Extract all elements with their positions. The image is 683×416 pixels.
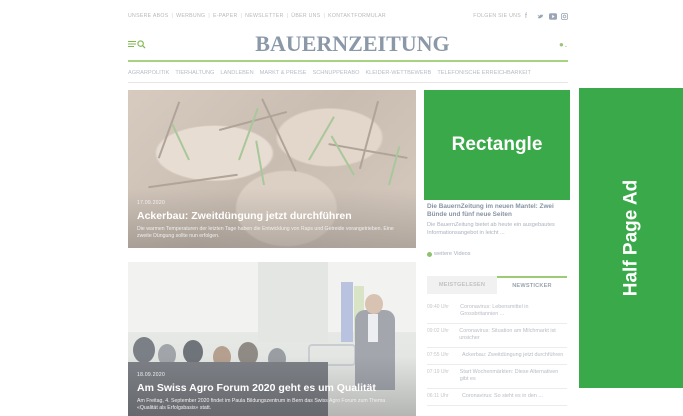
tab-newsticker[interactable]: NEWSTICKER [497,276,567,294]
nav-item-kleider-wettbewerb[interactable]: KLEIDER-WETTBEWERB [365,70,431,82]
top-link-werbung[interactable]: WERBUNG [176,13,205,19]
article-card-swiss-agro-forum[interactable]: 18.09.2020 Am Swiss Agro Forum 2020 geht… [128,262,416,416]
menu-icon[interactable] [128,40,136,48]
ticker-text[interactable]: Coronavirus: Lebensmittel in Grossbritan… [460,304,567,318]
nav-item-markt-preise[interactable]: MARKT & PREISE [260,70,307,82]
tab-meistgelesen[interactable]: MEISTGELESEN [427,276,497,294]
video-text: Die BauernZeitung bietet ab heute ein au… [427,222,555,236]
ticker-text[interactable]: Start Wochenmärkten: Diese Alternativen … [460,369,567,383]
nav-item-erreichbarkeit[interactable]: TELEFONISCHE ERREICHBARKEIT [437,70,531,82]
nav-item-agrarpolitik[interactable]: AGRARPOLITIK [128,70,169,82]
nav-item-schnupperabo[interactable]: SCHNUPPERABO [313,70,360,82]
facebook-icon[interactable]: f [525,13,532,20]
main-nav: AGRARPOLITIK TIERHALTUNG LANDLEBEN MARKT… [128,70,568,82]
half-page-ad[interactable]: Half Page Ad [579,88,683,388]
list-item[interactable]: 09:40 Uhr Coronavirus: Lebensmittel in G… [427,300,567,324]
top-link-newsletter[interactable]: NEWSLETTER [245,13,283,19]
list-item[interactable]: 06:11 Uhr Coronavirus: So sieht es in de… [427,389,567,406]
chevron-down-icon[interactable]: ⌄ [564,43,568,49]
site-header: BAUERNZEITUNG ●⌄ [128,28,568,62]
top-link-kontakt[interactable]: KONTAKTFORMULAR [328,13,386,19]
social-follow: FOLGEN SIE UNS f [473,12,569,20]
ticker-time: 09:02 Uhr [427,328,449,334]
ticker-time: 07:19 Uhr [427,369,449,375]
top-links: UNSERE ABOS | WERBUNG | E-PAPER | NEWSLETTE… [128,13,386,19]
menu-search-toggle[interactable] [128,39,146,49]
article-title[interactable]: Am Swiss Agro Forum 2020 geht es um Qual… [137,382,376,394]
user-menu[interactable]: ●⌄ [559,40,568,49]
nav-item-landleben[interactable]: LANDLEBEN [220,70,253,82]
newsticker-list: 09:40 Uhr Coronavirus: Lebensmittel in G… [427,300,567,406]
nav-item-tierhaltung[interactable]: TIERHALTUNG [175,70,214,82]
youtube-icon[interactable] [549,12,557,20]
nav-divider [128,82,568,83]
top-link-ueber-uns[interactable]: ÜBER UNS [291,13,320,19]
news-tabs: MEISTGELESEN NEWSTICKER [427,276,567,294]
search-icon[interactable] [137,39,146,49]
page: UNSERE ABOS | WERBUNG | E-PAPER | NEWSLETTE… [0,0,683,416]
user-icon[interactable]: ● [559,40,564,49]
rectangle-ad[interactable]: Rectangle [424,90,570,200]
top-link-abos[interactable]: UNSERE ABOS [128,13,169,19]
article-date: 18.09.2020 [137,372,166,378]
follow-label: FOLGEN SIE UNS [473,13,521,19]
ticker-time: 09:40 Uhr [427,304,449,310]
article-card-ackerbau[interactable]: 17.09.2020 Ackerbau: Zweitdüngung jetzt … [128,90,416,248]
video-title[interactable]: Die BauernZeitung im neuen Mantel: Zwei … [427,203,567,219]
ticker-text[interactable]: Coronavirus: Situation am Milchmarkt ist… [459,328,567,342]
site-logo[interactable]: BAUERNZEITUNG [255,31,449,57]
top-link-epaper[interactable]: E-PAPER [213,13,238,19]
article-title[interactable]: Ackerbau: Zweitdüngung jetzt durchführen [137,210,352,222]
list-item[interactable]: 07:55 Uhr Ackerbau: Zweitdüngung jetzt d… [427,348,567,365]
ticker-time: 06:11 Uhr [427,393,449,399]
list-item[interactable]: 09:02 Uhr Coronavirus: Situation am Milc… [427,324,567,348]
article-lead: Die warmen Temperaturen der letzten Tage… [137,226,394,239]
article-lead: Am Freitag, 4. September 2020 findet im … [137,398,386,411]
rectangle-ad-label: Rectangle [451,134,543,155]
top-bar: UNSERE ABOS | WERBUNG | E-PAPER | NEWSLETTE… [128,10,569,22]
article-date: 17.09.2020 [137,200,166,206]
twitter-icon[interactable] [537,13,544,20]
instagram-icon[interactable] [560,12,569,20]
more-videos-link[interactable]: weitere Videos [427,251,471,257]
ticker-time: 07:55 Uhr [427,352,449,358]
ticker-text[interactable]: Ackerbau: Zweitdüngung jetzt durchführen [462,352,563,359]
half-page-ad-label: Half Page Ad [620,179,641,297]
play-icon [427,251,432,257]
ticker-text[interactable]: Coronavirus: So sieht es in den ... [462,393,543,400]
list-item[interactable]: 07:19 Uhr Start Wochenmärkten: Diese Alt… [427,365,567,389]
more-videos-label[interactable]: weitere Videos [434,251,471,257]
